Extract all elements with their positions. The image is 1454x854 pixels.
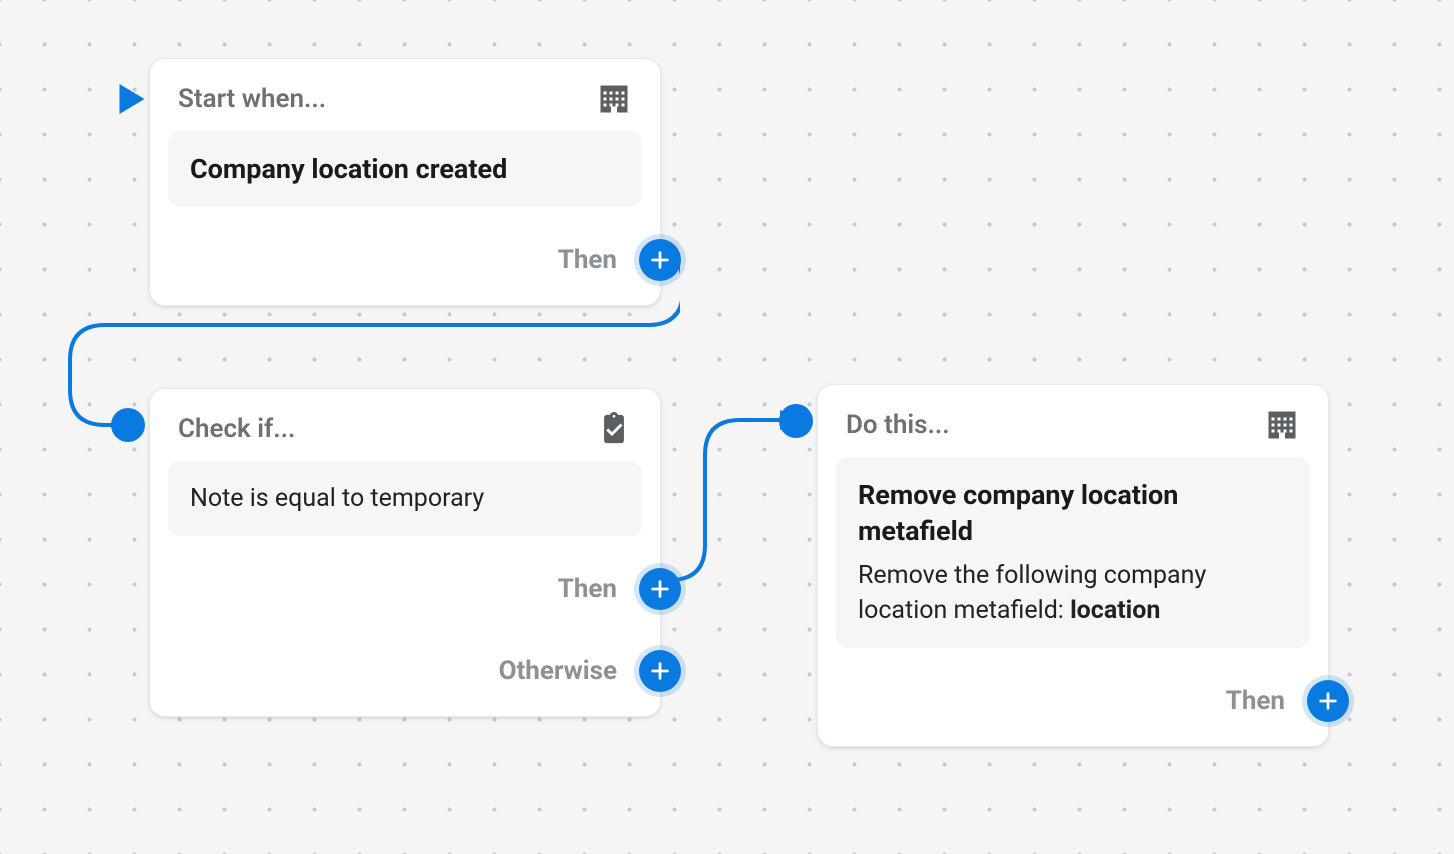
action-desc-bold: location xyxy=(1070,596,1160,625)
trigger-card-footer: Then xyxy=(150,225,660,305)
condition-otherwise-label: Otherwise xyxy=(499,656,625,686)
trigger-then-add-button[interactable] xyxy=(639,239,681,281)
action-then-label: Then xyxy=(1226,686,1293,716)
building-icon xyxy=(596,81,632,117)
action-body-title: Remove company location metafield xyxy=(858,477,1288,550)
condition-node-marker xyxy=(111,408,145,442)
condition-card-body: Note is equal to temporary xyxy=(168,461,642,536)
building-icon xyxy=(1264,407,1300,443)
start-marker-icon xyxy=(117,81,147,117)
condition-card-header: Check if... xyxy=(150,389,660,461)
action-then-add-button[interactable] xyxy=(1307,680,1349,722)
condition-card-footer: Then Otherwise xyxy=(150,554,660,716)
action-then-row: Then xyxy=(1226,680,1328,722)
action-card-footer: Then xyxy=(818,666,1328,746)
clipboard-check-icon xyxy=(596,411,632,447)
condition-otherwise-add-button[interactable] xyxy=(639,650,681,692)
trigger-card[interactable]: Start when... Company location created T… xyxy=(149,58,661,306)
action-body-desc: Remove the following company location me… xyxy=(858,558,1288,628)
condition-then-label: Then xyxy=(558,574,625,604)
action-card-body: Remove company location metafield Remove… xyxy=(836,457,1310,648)
condition-then-add-button[interactable] xyxy=(639,568,681,610)
action-card[interactable]: Do this... Remove company location metaf… xyxy=(817,384,1329,747)
trigger-body-title: Company location created xyxy=(190,151,620,187)
action-card-title: Do this... xyxy=(846,410,950,440)
condition-card-title: Check if... xyxy=(178,414,295,444)
condition-otherwise-row: Otherwise xyxy=(499,650,660,692)
action-card-header: Do this... xyxy=(818,385,1328,457)
trigger-card-header: Start when... xyxy=(150,59,660,131)
trigger-then-label: Then xyxy=(558,245,625,275)
condition-card[interactable]: Check if... Note is equal to temporary T… xyxy=(149,388,661,717)
workflow-canvas[interactable]: Start when... Company location created T… xyxy=(0,0,1454,854)
condition-then-row: Then xyxy=(558,568,660,610)
trigger-card-title: Start when... xyxy=(178,84,326,114)
trigger-then-row: Then xyxy=(558,239,660,281)
action-node-marker xyxy=(779,404,813,438)
trigger-card-body: Company location created xyxy=(168,131,642,207)
condition-body-text: Note is equal to temporary xyxy=(190,481,620,516)
